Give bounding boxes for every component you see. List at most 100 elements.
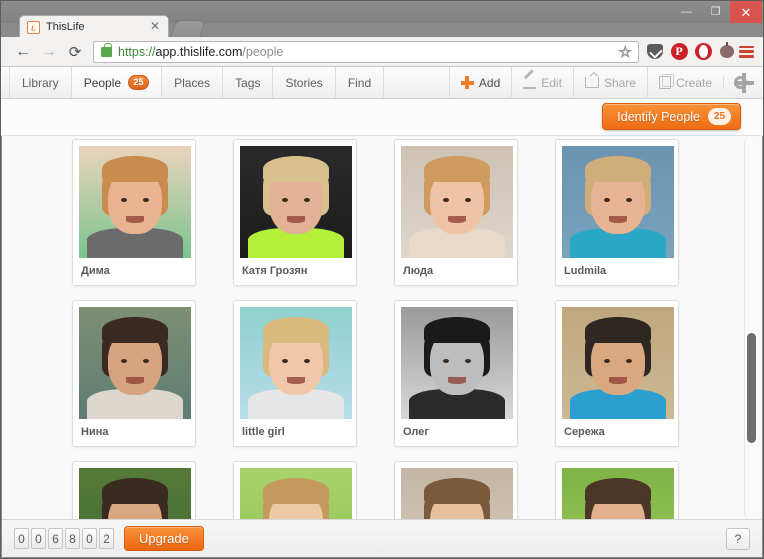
share-button[interactable]: Share — [572, 66, 647, 99]
pinterest-icon: P — [670, 43, 688, 60]
opera-extension-button[interactable] — [691, 39, 715, 65]
face-illustration — [79, 146, 191, 258]
book-icon — [658, 74, 674, 89]
person-card[interactable] — [555, 461, 679, 521]
person-photo[interactable] — [240, 307, 352, 419]
share-icon — [584, 77, 599, 88]
person-photo[interactable] — [401, 307, 513, 419]
tab-stories[interactable]: Stories — [273, 67, 336, 98]
edit-button[interactable]: Edit — [511, 66, 573, 99]
tab-library-label: Library — [22, 75, 59, 90]
browser-menu-button[interactable] — [739, 39, 763, 65]
person-photo[interactable] — [562, 468, 674, 521]
person-photo[interactable] — [401, 146, 513, 258]
reload-icon[interactable]: ⟳ — [62, 39, 88, 65]
person-card[interactable]: Дима — [72, 139, 196, 286]
status-bar: 006802 Upgrade ? — [2, 519, 762, 557]
person-photo[interactable] — [240, 146, 352, 258]
face-illustration — [562, 307, 674, 419]
person-card[interactable]: Катя Грозян — [233, 139, 357, 286]
face-illustration — [240, 468, 352, 521]
tab-close-icon[interactable]: ✕ — [150, 20, 160, 33]
new-tab-button[interactable] — [170, 20, 206, 38]
person-card[interactable]: Сережа — [555, 300, 679, 447]
person-name: Катя Грозян — [242, 265, 308, 277]
add-button[interactable]: Add — [448, 66, 511, 99]
upgrade-label: Upgrade — [139, 531, 189, 546]
identify-people-button[interactable]: Identify People 25 — [602, 103, 741, 130]
person-card[interactable]: Олег — [394, 300, 518, 447]
app-toolbar: Library People 25 Places Tags Stories Fi… — [1, 66, 763, 99]
tab-stories-label: Stories — [285, 75, 323, 90]
vertical-scrollbar-track[interactable] — [744, 137, 757, 519]
settings-button[interactable] — [723, 76, 757, 89]
browser-tab-thislife[interactable]: t. ThisLife ✕ — [19, 15, 169, 38]
person-photo[interactable] — [562, 146, 674, 258]
tab-strip: t. ThisLife ✕ — [1, 15, 763, 38]
address-bar[interactable]: https://app.thislife.com/people ☆ — [93, 40, 639, 63]
person-name: Люда — [403, 265, 434, 277]
face-illustration — [240, 307, 352, 419]
odometer-digit: 0 — [14, 528, 29, 549]
face-illustration — [562, 146, 674, 258]
pocket-extension-button[interactable] — [643, 39, 667, 65]
odometer-digit: 6 — [48, 528, 63, 549]
thislife-favicon-icon: t. — [27, 20, 40, 34]
toolbar-actions: Add Edit Share Create — [448, 66, 763, 99]
tab-people[interactable]: People 25 — [71, 67, 163, 98]
person-photo[interactable] — [79, 468, 191, 521]
person-photo[interactable] — [401, 468, 513, 521]
person-card[interactable] — [394, 461, 518, 521]
person-photo[interactable] — [562, 307, 674, 419]
gear-icon — [733, 76, 754, 89]
person-name: Нина — [81, 426, 109, 438]
share-label: Share — [603, 75, 636, 90]
odometer-digit: 8 — [65, 528, 80, 549]
face-illustration — [240, 146, 352, 258]
help-button[interactable]: ? — [726, 527, 750, 550]
photo-count-odometer: 006802 — [14, 528, 114, 549]
url-path: /people — [242, 44, 284, 59]
tab-people-badge: 25 — [128, 75, 150, 90]
person-name: Олег — [403, 426, 429, 438]
back-icon[interactable]: ← — [10, 39, 36, 65]
identify-people-badge: 25 — [708, 108, 731, 125]
apple-icon — [720, 42, 734, 58]
person-photo[interactable] — [79, 146, 191, 258]
person-card[interactable] — [233, 461, 357, 521]
pinterest-extension-button[interactable]: P — [667, 39, 691, 65]
pocket-icon — [647, 44, 663, 59]
vertical-scrollbar-thumb[interactable] — [747, 333, 756, 443]
apple-extension-button[interactable] — [715, 39, 739, 65]
person-card[interactable] — [72, 461, 196, 521]
tab-places[interactable]: Places — [162, 67, 224, 98]
tab-library[interactable]: Library — [9, 67, 72, 98]
person-photo[interactable] — [240, 468, 352, 521]
person-card[interactable]: Нина — [72, 300, 196, 447]
face-illustration — [401, 146, 513, 258]
tab-tags[interactable]: Tags — [223, 67, 274, 98]
person-card[interactable]: Люда — [394, 139, 518, 286]
face-illustration — [79, 307, 191, 419]
odometer-digit: 2 — [99, 528, 114, 549]
face-illustration — [401, 468, 513, 521]
odometer-digit: 0 — [82, 528, 97, 549]
bookmark-star-icon[interactable]: ☆ — [618, 44, 632, 60]
browser-window: — ❐ ✕ t. ThisLife ✕ ← → ⟳ https://app.th… — [0, 0, 764, 559]
tab-find[interactable]: Find — [336, 67, 385, 98]
create-button[interactable]: Create — [646, 66, 723, 99]
create-label: Create — [675, 75, 712, 90]
person-card[interactable]: Ludmila — [555, 139, 679, 286]
person-name: Ludmila — [564, 265, 607, 277]
url-host: app.thislife.com — [155, 44, 243, 59]
person-photo[interactable] — [79, 307, 191, 419]
person-name: Сережа — [564, 426, 605, 438]
person-name: little girl — [242, 426, 285, 438]
hamburger-menu-icon — [739, 45, 754, 58]
tab-people-label: People — [83, 75, 122, 90]
forward-icon[interactable]: → — [36, 39, 62, 65]
person-card[interactable]: little girl — [233, 300, 357, 447]
upgrade-button[interactable]: Upgrade — [124, 526, 204, 551]
face-illustration — [79, 468, 191, 521]
url-text: https://app.thislife.com/people — [118, 45, 283, 59]
